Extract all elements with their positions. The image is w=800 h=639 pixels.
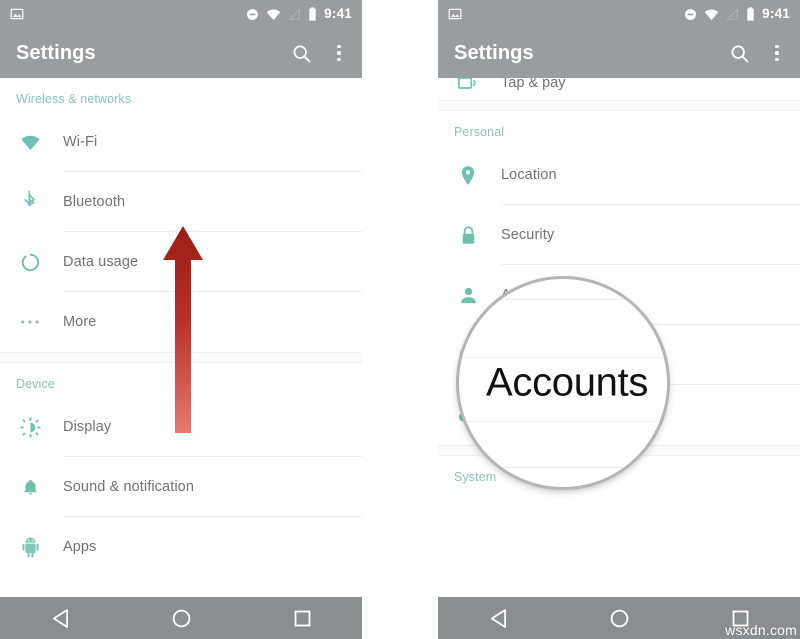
settings-row-label: Bluetooth	[63, 194, 126, 210]
page-title: Settings	[454, 41, 534, 64]
section-header-wireless: Wireless & networks	[16, 92, 132, 106]
settings-row-label: Sound & notification	[63, 479, 194, 495]
brightness-icon	[16, 417, 44, 438]
settings-row-more[interactable]: More	[0, 292, 362, 352]
app-bar: Settings	[438, 28, 800, 78]
signal-off-icon	[288, 7, 301, 20]
settings-row-data-usage[interactable]: Data usage	[0, 232, 362, 292]
data-usage-icon	[16, 252, 44, 273]
magnified-label-accounts: Accounts	[486, 360, 649, 405]
settings-row-wifi[interactable]: Wi-Fi	[0, 112, 362, 172]
settings-row-location[interactable]: Location	[438, 145, 800, 205]
settings-row-display[interactable]: Display	[0, 397, 362, 457]
recents-square-icon[interactable]	[294, 610, 311, 627]
wifi-icon	[16, 134, 44, 151]
status-bar-notifications	[10, 7, 24, 21]
wifi-icon	[266, 9, 281, 20]
settings-row-bluetooth[interactable]: Bluetooth	[0, 172, 362, 232]
site-watermark: wsxdn.com	[725, 622, 797, 638]
navigation-bar	[0, 597, 362, 639]
search-icon[interactable]	[291, 43, 312, 64]
location-pin-icon	[454, 165, 482, 186]
app-bar: Settings	[0, 28, 362, 78]
settings-row-label: Security	[501, 227, 555, 243]
battery-icon	[309, 7, 316, 21]
battery-icon	[747, 7, 754, 21]
app-bar-actions	[291, 42, 348, 64]
settings-row-label: Location	[501, 167, 557, 183]
status-bar: 9:41	[0, 0, 362, 28]
photo-icon	[10, 8, 24, 20]
settings-row-apps[interactable]: Apps	[0, 517, 362, 577]
home-circle-icon[interactable]	[172, 609, 191, 628]
bluetooth-icon	[16, 191, 44, 213]
android-icon	[16, 536, 44, 558]
overflow-menu-icon[interactable]	[330, 42, 348, 64]
settings-row-label: Data usage	[63, 254, 139, 270]
do-not-disturb-icon	[247, 8, 259, 20]
settings-row-security[interactable]: Security	[438, 205, 800, 265]
more-dots-icon	[16, 318, 44, 326]
settings-row-label: Display	[63, 419, 112, 435]
status-bar-clock: 9:41	[762, 6, 790, 22]
bell-icon	[16, 477, 44, 498]
status-bar: 9:41	[438, 0, 800, 28]
back-triangle-icon[interactable]	[490, 608, 507, 628]
wifi-icon	[704, 9, 719, 20]
home-circle-icon[interactable]	[610, 609, 629, 628]
settings-row-label: Wi-Fi	[63, 134, 98, 150]
status-bar-system-icons: 9:41	[246, 7, 352, 21]
app-bar-actions	[729, 42, 786, 64]
section-divider	[0, 352, 362, 363]
phone-screenshot-right: 9:41 Settings Tap & pay Personal Locatio…	[438, 0, 800, 639]
accounts-icon	[454, 285, 482, 305]
page-title: Settings	[16, 41, 96, 64]
back-triangle-icon[interactable]	[52, 608, 69, 628]
photo-icon	[448, 8, 462, 20]
settings-row-sound-notification[interactable]: Sound & notification	[0, 457, 362, 517]
magnifier-callout: Accounts	[459, 279, 667, 487]
phone-screenshot-left: 9:41 Settings Wireless & networks Wi-Fi	[0, 0, 362, 639]
settings-list-right[interactable]: Tap & pay Personal Location Security Sys…	[438, 66, 800, 627]
settings-list-left[interactable]: Wireless & networks Wi-Fi Bluetooth Data…	[0, 78, 362, 639]
section-divider	[438, 100, 800, 111]
status-bar-notifications	[448, 7, 462, 21]
status-bar-system-icons: 9:41	[684, 7, 790, 21]
settings-row-label: More	[63, 314, 97, 330]
lock-icon	[454, 225, 482, 246]
section-header-device: Device	[16, 377, 55, 391]
settings-row-label: Apps	[63, 539, 97, 555]
search-icon[interactable]	[729, 43, 750, 64]
do-not-disturb-icon	[685, 8, 697, 20]
overflow-menu-icon[interactable]	[768, 42, 786, 64]
section-header-personal: Personal	[454, 125, 505, 139]
signal-off-icon	[726, 7, 739, 20]
status-bar-clock: 9:41	[324, 6, 352, 22]
